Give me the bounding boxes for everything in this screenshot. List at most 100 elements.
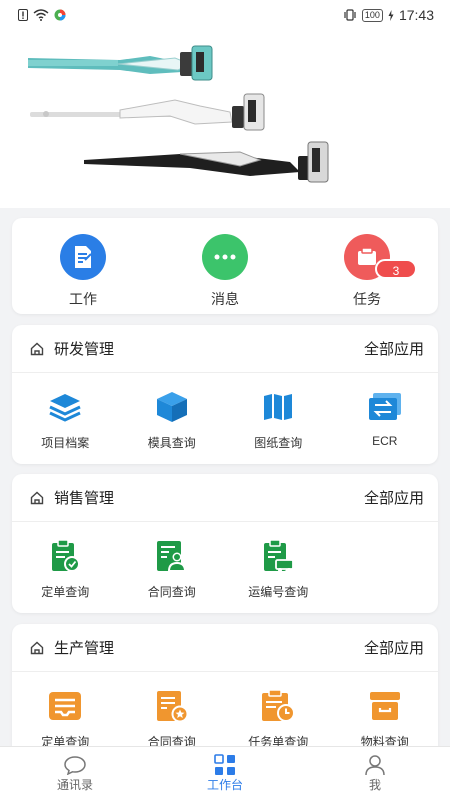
status-bar: 100 17:43 xyxy=(0,0,450,30)
section-header: 销售管理 全部应用 xyxy=(12,474,438,522)
teal-vacuum-image xyxy=(28,45,213,81)
app-grid: 定单查询 合同查询 任务单查询 物料查询 xyxy=(12,672,438,750)
tab-icon-wrap xyxy=(364,754,386,776)
chat-bubble-icon xyxy=(214,254,236,260)
app-icon-wrap xyxy=(45,536,85,576)
vibrate-icon xyxy=(344,9,356,21)
app-drawing-query[interactable]: 图纸查询 xyxy=(225,387,332,451)
app-contract-query[interactable]: 合同查询 xyxy=(119,536,226,600)
quick-action-label: 消息 xyxy=(211,291,239,307)
app-prod-order-query[interactable]: 定单查询 xyxy=(12,686,119,750)
tab-label: 工作台 xyxy=(206,778,243,792)
section-title: 销售管理 xyxy=(54,490,115,507)
section-title: 生产管理 xyxy=(54,640,115,657)
app-mold-query[interactable]: 模具查询 xyxy=(119,387,226,451)
app-prod-contract-query[interactable]: 合同查询 xyxy=(119,686,226,750)
banner[interactable] xyxy=(0,30,450,208)
app-icon-wrap xyxy=(152,387,192,427)
exchange-icon xyxy=(368,393,401,420)
person-icon xyxy=(365,755,385,776)
app-label: 项目档案 xyxy=(41,436,90,450)
section-header: 生产管理 全部应用 xyxy=(12,624,438,672)
app-label: 图纸查询 xyxy=(254,436,303,450)
sales-management-card: 销售管理 全部应用 定单查询 合同查询 运编号查询 xyxy=(12,474,438,613)
app-icon-wrap xyxy=(152,686,192,726)
tab-label: 通讯录 xyxy=(56,778,93,792)
task-count-badge: 3 xyxy=(375,259,417,279)
app-shipping-number-query[interactable]: 运编号查询 xyxy=(225,536,332,600)
map-icon xyxy=(264,394,293,420)
grid-icon xyxy=(214,754,235,775)
document-icon xyxy=(75,246,92,268)
tab-workbench[interactable]: 工作台 xyxy=(150,747,300,800)
section-title-group: 研发管理 xyxy=(30,338,114,359)
status-right: 100 17:43 xyxy=(343,7,434,23)
app-icon-wrap xyxy=(45,686,85,726)
wifi-icon xyxy=(33,9,49,21)
battery-icon: 100 xyxy=(361,8,383,22)
production-management-card: 生产管理 全部应用 定单查询 合同查询 任务单查询 物料查询 xyxy=(12,624,438,764)
alert-icon xyxy=(18,9,28,21)
all-apps-link[interactable]: 全部应用 xyxy=(364,338,424,359)
tab-me[interactable]: 我 xyxy=(300,747,450,800)
box-icon xyxy=(369,692,400,720)
app-icon-wrap xyxy=(152,536,192,576)
quick-action-task[interactable]: 3 任务 xyxy=(307,234,427,309)
app-material-query[interactable]: 物料查询 xyxy=(332,686,439,750)
all-apps-link[interactable]: 全部应用 xyxy=(364,637,424,658)
rd-management-card: 研发管理 全部应用 项目档案 模具查询 图纸查询 ECR xyxy=(12,325,438,464)
quick-actions-card: 工作 消息 3 任务 xyxy=(12,218,438,314)
quick-action-work[interactable]: 工作 xyxy=(23,234,143,309)
battery-level: 100 xyxy=(364,9,380,20)
app-icon xyxy=(54,9,66,21)
contract-icon xyxy=(156,541,186,572)
section-title-group: 销售管理 xyxy=(30,487,114,508)
section-title-group: 生产管理 xyxy=(30,637,114,658)
quick-action-message[interactable]: 消息 xyxy=(165,234,285,309)
quick-action-label: 工作 xyxy=(69,291,97,307)
quick-action-label: 任务 xyxy=(353,291,381,307)
app-label: ECR xyxy=(372,434,398,448)
task-icon xyxy=(358,247,376,265)
app-icon-wrap xyxy=(258,536,298,576)
white-vacuum-image xyxy=(30,93,265,131)
vacuum-cleaners-banner xyxy=(28,45,329,183)
inbox-icon xyxy=(49,692,82,720)
status-time: 17:43 xyxy=(398,7,434,23)
tab-label: 我 xyxy=(368,778,381,792)
bottom-tab-bar: 通讯录 工作台 我 xyxy=(0,746,450,800)
app-icon-wrap xyxy=(365,387,405,427)
app-grid: 定单查询 合同查询 运编号查询 xyxy=(12,522,438,600)
home-icon xyxy=(30,641,44,654)
app-order-query[interactable]: 定单查询 xyxy=(12,536,119,600)
app-icon-wrap xyxy=(258,387,298,427)
home-icon xyxy=(30,342,44,355)
charging-icon xyxy=(388,9,394,21)
app-project-archive[interactable]: 项目档案 xyxy=(12,387,119,451)
app-label: 运编号查询 xyxy=(248,585,309,599)
layers-icon xyxy=(49,394,81,422)
app-grid: 项目档案 模具查询 图纸查询 ECR xyxy=(12,373,438,451)
app-icon-wrap xyxy=(45,387,85,427)
app-icon-wrap xyxy=(258,686,298,726)
app-label: 合同查询 xyxy=(147,585,196,599)
status-left xyxy=(18,9,66,21)
clipboard-clock-icon xyxy=(262,689,296,722)
section-header: 研发管理 全部应用 xyxy=(12,325,438,373)
app-icon-wrap xyxy=(365,686,405,726)
app-label: 定单查询 xyxy=(41,585,90,599)
app-task-order-query[interactable]: 任务单查询 xyxy=(225,686,332,750)
home-icon xyxy=(30,491,44,504)
all-apps-link[interactable]: 全部应用 xyxy=(364,487,424,508)
work-icon-circle xyxy=(60,234,106,280)
message-icon-circle xyxy=(202,234,248,280)
black-vacuum-image xyxy=(84,141,329,183)
shipping-icon xyxy=(264,539,295,572)
app-label: 模具查询 xyxy=(147,436,196,450)
chat-icon xyxy=(64,756,86,775)
doc-star-icon xyxy=(156,691,189,723)
tab-icon-wrap xyxy=(214,754,236,776)
app-ecr[interactable]: ECR xyxy=(332,387,439,451)
order-tag-icon xyxy=(52,539,81,572)
tab-contacts[interactable]: 通讯录 xyxy=(0,747,150,800)
